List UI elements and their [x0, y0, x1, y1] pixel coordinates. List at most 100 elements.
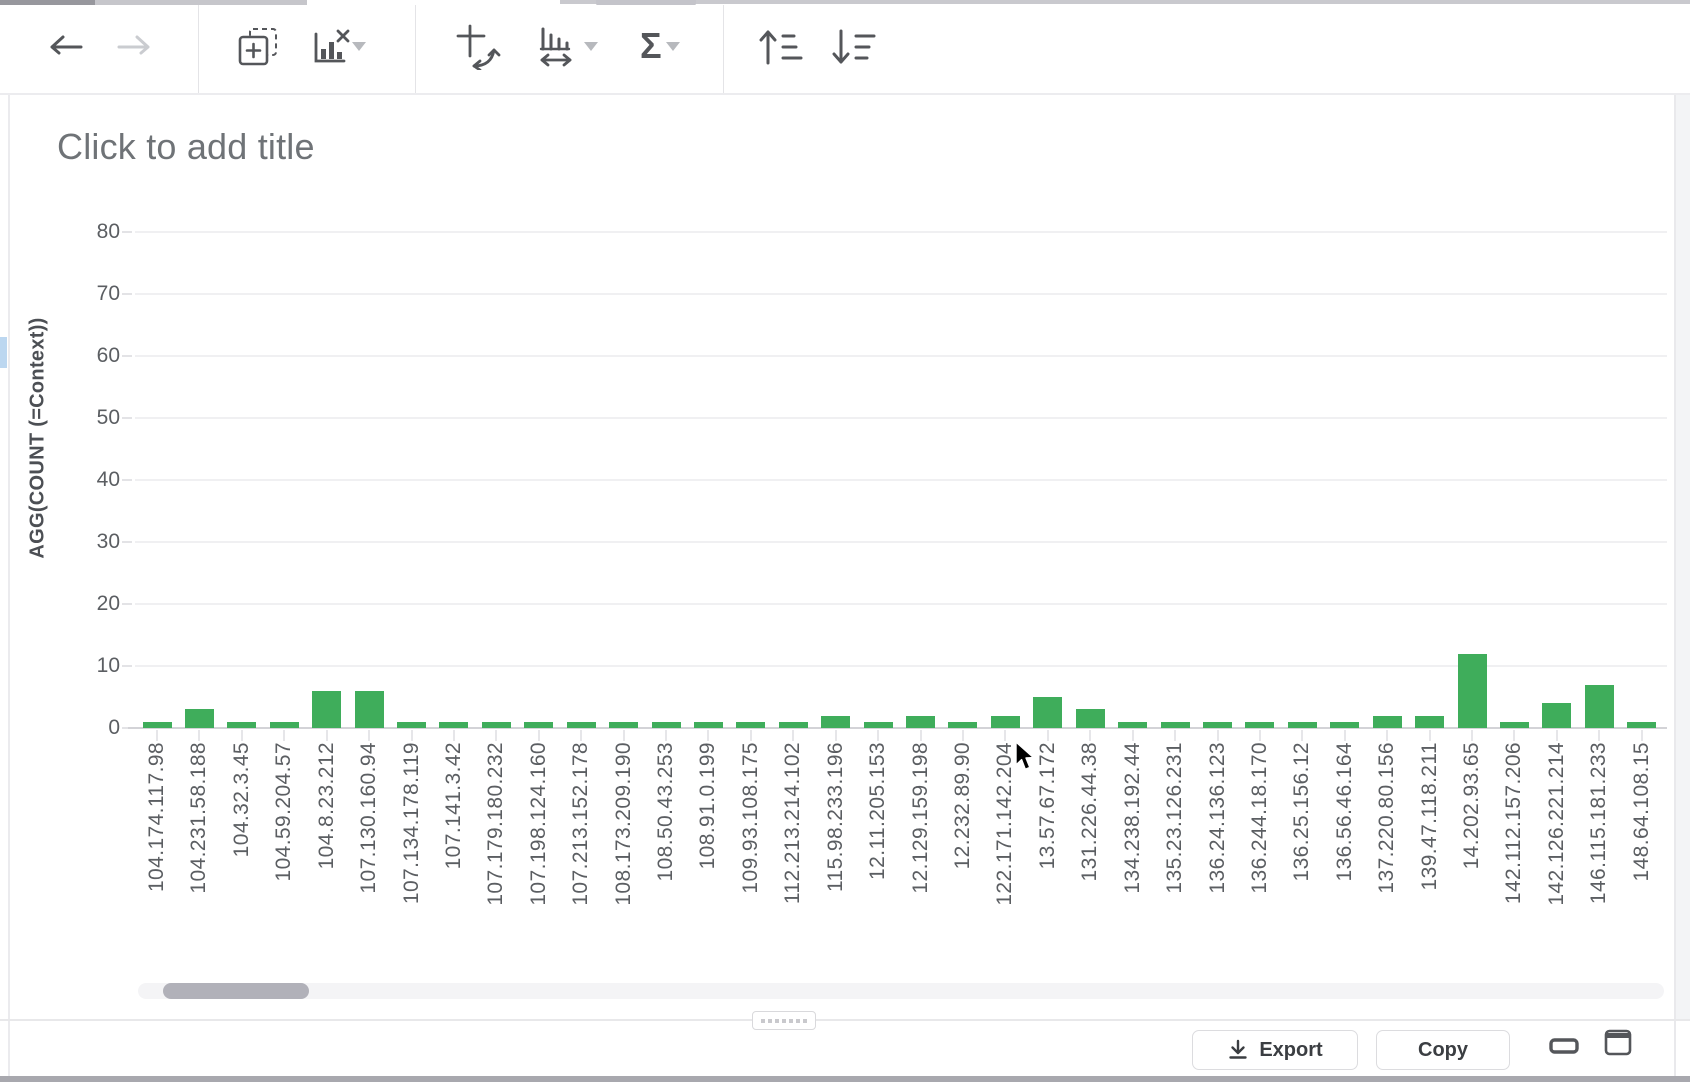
undo-button[interactable] [46, 33, 84, 61]
x-axis-tick-mark [1004, 730, 1006, 741]
bar-mark[interactable] [1627, 722, 1656, 728]
bar-mark[interactable] [1245, 722, 1274, 728]
bar-mark[interactable] [991, 716, 1020, 728]
bar-mark[interactable] [1033, 697, 1062, 728]
x-axis-tick-label: 107.179.180.232 [486, 742, 506, 906]
x-axis-tick-label: 107.134.178.119 [402, 742, 422, 904]
swap-axes-button[interactable] [456, 24, 502, 70]
redo-button[interactable] [116, 33, 154, 61]
x-axis-tick-mark [453, 730, 455, 741]
bar-mark[interactable] [1415, 716, 1444, 728]
resize-handle[interactable] [752, 1011, 816, 1030]
chart-title-placeholder[interactable]: Click to add title [57, 126, 315, 168]
x-axis-tick-label: 104.32.3.45 [232, 742, 252, 857]
x-axis-tick-label: 107.130.160.94 [359, 742, 379, 894]
x-axis-tick-label: 137.220.80.156 [1377, 742, 1397, 894]
x-axis-tick-label: 104.8.23.212 [317, 742, 337, 869]
bar-mark[interactable] [567, 722, 596, 728]
x-axis-tick-mark [580, 730, 582, 741]
y-gridline [135, 231, 1667, 233]
bar-mark[interactable] [821, 716, 850, 728]
bar-mark[interactable] [1585, 685, 1614, 728]
bar-mark[interactable] [1161, 722, 1190, 728]
aggregate-button[interactable]: Σ [640, 28, 662, 64]
bar-mark[interactable] [1458, 654, 1487, 728]
x-axis-tick-mark [326, 730, 328, 741]
bar-mark[interactable] [1288, 722, 1317, 728]
bar-mark[interactable] [864, 722, 893, 728]
x-axis-tick-label: 109.93.108.175 [741, 742, 761, 894]
bar-mark[interactable] [1203, 722, 1232, 728]
x-axis-tick-label: 107.141.3.42 [444, 742, 464, 869]
bar-mark[interactable] [609, 722, 638, 728]
bar-mark[interactable] [1118, 722, 1147, 728]
bar-mark[interactable] [270, 722, 299, 728]
sort-descending-icon [831, 27, 877, 67]
bar-mark[interactable] [652, 722, 681, 728]
horizontal-scrollbar-track[interactable] [138, 983, 1664, 999]
x-axis-tick-mark [198, 730, 200, 741]
bar-mark[interactable] [948, 722, 977, 728]
toolbar-divider [723, 5, 724, 93]
expand-panel-button[interactable] [1604, 1029, 1632, 1061]
x-axis-tick-mark [1344, 730, 1346, 741]
bar-mark[interactable] [906, 716, 935, 728]
background-highlight-sliver [0, 337, 7, 368]
bar-mark[interactable] [779, 722, 808, 728]
download-icon [1227, 1039, 1249, 1061]
y-axis-tick-mark [122, 355, 132, 357]
bar-mark[interactable] [143, 722, 172, 728]
x-axis-tick-mark [1513, 730, 1515, 741]
x-axis-tick-label: 115.98.233.196 [826, 742, 846, 892]
x-axis-tick-label: 134.238.192.44 [1123, 742, 1143, 894]
y-axis-tick-label: 10 [58, 654, 120, 678]
y-axis-tick-label: 30 [58, 530, 120, 554]
x-axis-tick-mark [156, 730, 158, 741]
bar-mark[interactable] [312, 691, 341, 728]
bar-mark[interactable] [1076, 709, 1105, 728]
y-gridline [135, 541, 1667, 543]
horizontal-scrollbar-thumb[interactable] [163, 983, 309, 999]
bar-mark[interactable] [397, 722, 426, 728]
y-axis-tick-label: 60 [58, 344, 120, 368]
bar-mark[interactable] [1542, 703, 1571, 728]
x-axis-tick-label: 136.25.156.12 [1292, 742, 1312, 882]
collapse-panel-icon [1549, 1038, 1579, 1054]
x-axis-tick-label: 146.115.181.233 [1589, 742, 1609, 904]
add-card-button[interactable] [236, 25, 280, 69]
y-axis-tick-mark [122, 417, 132, 419]
redo-icon [116, 33, 154, 61]
x-axis-tick-mark [1047, 730, 1049, 741]
fit-width-dropdown-caret[interactable] [584, 42, 598, 51]
aggregate-dropdown-caret[interactable] [666, 42, 680, 51]
sort-descending-button[interactable] [831, 27, 877, 67]
x-axis-tick-mark [1429, 730, 1431, 741]
fit-width-button[interactable] [538, 27, 580, 69]
x-axis-tick-label: 122.171.142.204 [995, 742, 1015, 906]
x-axis-tick-mark [1386, 730, 1388, 741]
clear-chart-button[interactable] [310, 28, 350, 66]
bar-mark[interactable] [185, 709, 214, 728]
bar-mark[interactable] [736, 722, 765, 728]
collapse-panel-button[interactable] [1549, 1038, 1579, 1059]
bar-mark[interactable] [694, 722, 723, 728]
bar-mark[interactable] [1330, 722, 1359, 728]
bar-mark[interactable] [524, 722, 553, 728]
x-axis-tick-label: 108.50.43.253 [656, 742, 676, 882]
x-axis-tick-mark [495, 730, 497, 741]
export-button[interactable]: Export [1192, 1030, 1358, 1070]
x-axis-tick-mark [1089, 730, 1091, 741]
sort-ascending-button[interactable] [758, 27, 804, 67]
y-axis-tick-mark [122, 231, 132, 233]
bar-mark[interactable] [355, 691, 384, 728]
bar-mark[interactable] [1500, 722, 1529, 728]
x-axis-tick-label: 136.244.18.170 [1250, 742, 1270, 894]
bar-mark[interactable] [439, 722, 468, 728]
bar-mark[interactable] [227, 722, 256, 728]
x-axis-tick-mark [750, 730, 752, 741]
clear-chart-dropdown-caret[interactable] [352, 42, 366, 51]
bar-mark[interactable] [482, 722, 511, 728]
copy-button[interactable]: Copy [1376, 1030, 1510, 1070]
x-axis-tick-label: 104.174.117.98 [147, 742, 167, 892]
bar-mark[interactable] [1373, 716, 1402, 728]
